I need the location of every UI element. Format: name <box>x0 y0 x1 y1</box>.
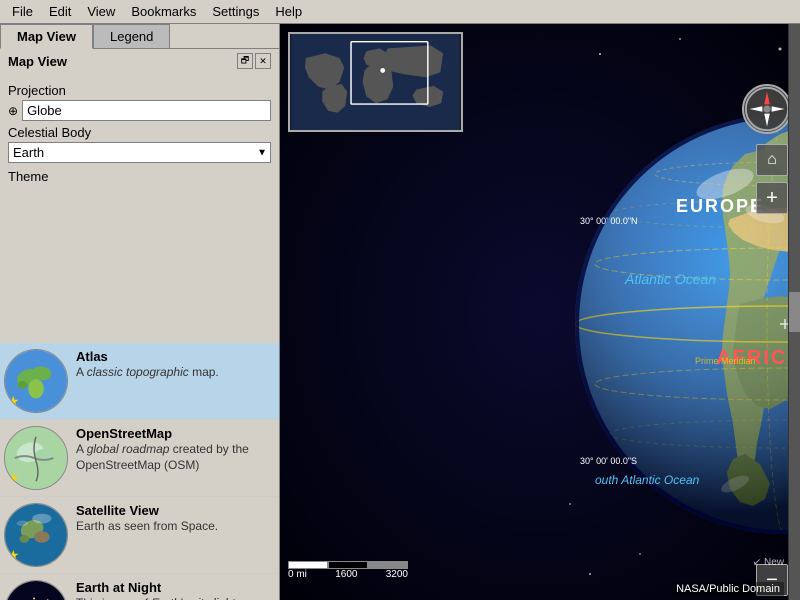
celestial-body-select-wrapper: Earth Moon Mars ▼ <box>8 142 271 163</box>
theme-thumb-osm: ★ <box>4 426 68 490</box>
theme-list: ★ Atlas A classic topographic map. <box>0 343 279 600</box>
scale-label-1600: 1600 <box>335 569 357 580</box>
close-button[interactable]: ✕ <box>255 53 271 69</box>
mini-map-svg <box>290 34 461 130</box>
tab-bar: Map View Legend <box>0 24 279 49</box>
menu-view[interactable]: View <box>79 2 123 21</box>
atlas-star-icon: ★ <box>7 393 20 410</box>
menu-bookmarks[interactable]: Bookmarks <box>123 2 204 21</box>
theme-thumb-satellite: ★ <box>4 503 68 567</box>
prime-meridian-text: Prime Meridian <box>695 356 756 366</box>
scale-seg-2 <box>328 561 368 569</box>
panel-content: Projection ⊕ Globe Mercator Equirectangu… <box>0 73 279 343</box>
europe-text: EUROPE <box>676 196 764 216</box>
compass[interactable] <box>742 84 792 134</box>
globe-sym-icon: ⊕ <box>8 104 18 118</box>
coord-30s: 30° 00' 00.0"S <box>580 456 637 466</box>
vertical-scrollbar[interactable] <box>788 24 800 600</box>
credit-text: NASA/Public Domain <box>672 582 784 596</box>
compass-circle <box>742 84 792 134</box>
projection-select-wrapper: ⊕ Globe Mercator Equirectangular <box>8 100 271 121</box>
compass-svg <box>744 84 790 134</box>
theme-name-atlas: Atlas <box>76 349 275 364</box>
theme-info-night: Earth at Night This image of Earth's cit… <box>76 580 275 600</box>
theme-thumb-night: ☆ <box>4 580 68 600</box>
theme-desc-osm: A global roadmap created by the OpenStre… <box>76 441 275 475</box>
theme-name-osm: OpenStreetMap <box>76 426 275 441</box>
scale-labels: 0 mi 1600 3200 <box>288 569 408 580</box>
projection-select[interactable]: Globe Mercator Equirectangular <box>22 100 271 121</box>
celestial-body-select[interactable]: Earth Moon Mars <box>8 142 271 163</box>
scale-bar-content: 0 mi 1600 3200 <box>288 561 408 580</box>
osm-star-icon: ★ <box>7 470 20 487</box>
tab-legend[interactable]: Legend <box>93 24 170 48</box>
scale-label-3200: 3200 <box>386 569 408 580</box>
projection-label: Projection <box>8 83 271 98</box>
scale-label-0: 0 mi <box>288 569 307 580</box>
theme-name-night: Earth at Night <box>76 580 275 595</box>
menubar: File Edit View Bookmarks Settings Help <box>0 0 800 24</box>
theme-label: Theme <box>8 169 271 184</box>
scale-seg-3 <box>368 561 408 569</box>
menu-settings[interactable]: Settings <box>204 2 267 21</box>
zoom-in-button[interactable]: + <box>756 182 788 214</box>
map-view-controls: 🗗 ✕ <box>237 53 271 69</box>
satellite-star-icon: ★ <box>7 547 20 564</box>
scrollbar-thumb[interactable] <box>789 292 800 332</box>
theme-info-satellite: Satellite View Earth as seen from Space. <box>76 503 275 535</box>
menu-file[interactable]: File <box>4 2 41 21</box>
scale-bar: 0 mi 1600 3200 <box>288 561 408 580</box>
theme-info-atlas: Atlas A classic topographic map. <box>76 349 275 381</box>
map-view-title: Map View <box>8 54 67 69</box>
tab-map-view[interactable]: Map View <box>0 24 93 49</box>
map-view-header: Map View 🗗 ✕ <box>0 49 279 73</box>
scale-ruler <box>288 561 408 569</box>
menu-help[interactable]: Help <box>267 2 310 21</box>
restore-button[interactable]: 🗗 <box>237 53 253 69</box>
mini-map[interactable] <box>288 32 463 132</box>
theme-thumb-atlas: ★ <box>4 349 68 413</box>
theme-desc-night: This image of Earth's city lights was cr… <box>76 595 275 600</box>
theme-info-osm: OpenStreetMap A global roadmap created b… <box>76 426 275 475</box>
theme-item-night[interactable]: ☆ Earth at Night This image of Earth's c… <box>0 574 279 600</box>
left-panel: Map View Legend Map View 🗗 ✕ Projection … <box>0 24 280 600</box>
celestial-body-label: Celestial Body <box>8 125 271 140</box>
theme-name-satellite: Satellite View <box>76 503 275 518</box>
main-layout: Map View Legend Map View 🗗 ✕ Projection … <box>0 24 800 600</box>
coord-30n: 30° 00' 00.0"N <box>580 216 638 226</box>
scale-seg-1 <box>288 561 328 569</box>
menu-edit[interactable]: Edit <box>41 2 79 21</box>
home-button[interactable]: ⌂ <box>756 144 788 176</box>
theme-desc-atlas: A classic topographic map. <box>76 364 275 381</box>
map-view-canvas[interactable]: EUROPE ASIA AFRICA Atlantic Ocean Indian… <box>280 24 800 600</box>
atlantic-text: Atlantic Ocean <box>624 271 716 287</box>
theme-desc-satellite: Earth as seen from Space. <box>76 518 275 535</box>
theme-item-satellite[interactable]: ★ Satellite View Earth as seen from Spac… <box>0 497 279 574</box>
theme-item-atlas[interactable]: ★ Atlas A classic topographic map. <box>0 343 279 420</box>
theme-item-osm[interactable]: ★ OpenStreetMap A global roadmap created… <box>0 420 279 497</box>
globe-svg: EUROPE ASIA AFRICA Atlantic Ocean Indian… <box>565 54 800 594</box>
s-atlantic-text: outh Atlantic Ocean <box>595 473 700 487</box>
new-label: ↙ New <box>753 557 784 568</box>
